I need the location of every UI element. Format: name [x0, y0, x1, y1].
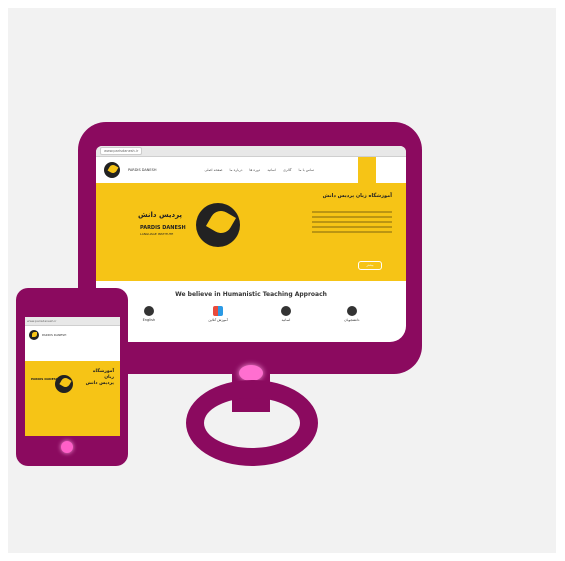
nav-item-contact[interactable]: تماس با ما	[299, 168, 315, 172]
nav-item-courses[interactable]: دوره ها	[249, 168, 260, 172]
feature-label: دانشجویان	[344, 318, 360, 322]
hero-description	[312, 211, 392, 236]
desktop-screen: www.parisdanesh.ir PARDIS DANESH صفحه اص…	[96, 146, 406, 342]
mobile-hero-brand: PARDIS DANESH	[31, 377, 59, 381]
stand-base-hole	[214, 412, 290, 436]
nav-item-about[interactable]: درباره ما	[230, 168, 243, 172]
hero-brand-english: PARDIS DANESH	[140, 225, 186, 231]
hero-more-button[interactable]: بیشتر	[358, 261, 382, 270]
home-button-icon[interactable]	[61, 441, 73, 453]
mobile-navbar: PARDIS DANESH	[25, 326, 120, 344]
hero-banner: پردیس دانش PARDIS DANESH LANGUAGE INSTIT…	[96, 183, 406, 281]
mobile-logo-icon[interactable]	[29, 330, 39, 340]
hero-title: آموزشگاه زبان پردیس دانش	[322, 193, 392, 199]
browser-toolbar: www.parisdanesh.ir	[96, 146, 406, 157]
mobile-hero-logo-icon	[55, 375, 73, 393]
logo-icon[interactable]	[104, 162, 120, 178]
hero-logo-icon	[196, 203, 240, 247]
feature-item[interactable]: آموزش آنلاین	[208, 306, 228, 322]
graduate-icon	[346, 306, 357, 316]
address-bar[interactable]: www.parisdanesh.ir	[100, 147, 143, 155]
feature-item[interactable]: دانشجویان	[344, 306, 359, 322]
features-row: English آموزش آنلاین اساتید دانشجویان	[96, 298, 406, 322]
hero-brand-subtitle: LANGUAGE INSTITUTE	[140, 232, 174, 236]
mobile-hero-title: آموزشگاه زبان پردیس دانش	[85, 369, 114, 386]
mobile-logo-text[interactable]: PARDIS DANESH	[42, 333, 66, 337]
site-navbar: PARDIS DANESH صفحه اصلی درباره ما دوره ه…	[96, 157, 406, 183]
nav-item-gallery[interactable]: گالری	[283, 168, 291, 172]
mobile-address-bar[interactable]: www.parisdanesh.ir	[27, 319, 56, 323]
mobile-browser-toolbar: www.parisdanesh.ir	[25, 317, 120, 326]
hero-brand-persian: پردیس دانش	[138, 211, 183, 219]
nav-item-home[interactable]: صفحه اصلی	[205, 168, 223, 172]
mobile-screen: www.parisdanesh.ir PARDIS DANESH PARDIS …	[25, 317, 120, 436]
nav-item-teachers[interactable]: اساتید	[267, 168, 276, 172]
mobile-hero: PARDIS DANESH آموزشگاه زبان پردیس دانش	[25, 361, 120, 436]
feature-label: آموزش آنلاین	[208, 318, 228, 322]
apps-icon	[213, 306, 224, 316]
feature-item[interactable]: English	[142, 306, 156, 322]
power-light-icon	[239, 365, 263, 381]
tagline: We believe in Humanistic Teaching Approa…	[175, 291, 327, 298]
nav-menu: صفحه اصلی درباره ما دوره ها اساتید گالری…	[205, 168, 315, 172]
headphones-icon	[143, 306, 154, 316]
feature-label: English	[142, 318, 156, 322]
feature-label: اساتید	[281, 318, 291, 322]
teacher-icon	[280, 306, 291, 316]
feature-item[interactable]: اساتید	[280, 306, 291, 322]
logo-text[interactable]: PARDIS DANESH	[128, 168, 157, 172]
nav-active-indicator	[358, 157, 376, 183]
